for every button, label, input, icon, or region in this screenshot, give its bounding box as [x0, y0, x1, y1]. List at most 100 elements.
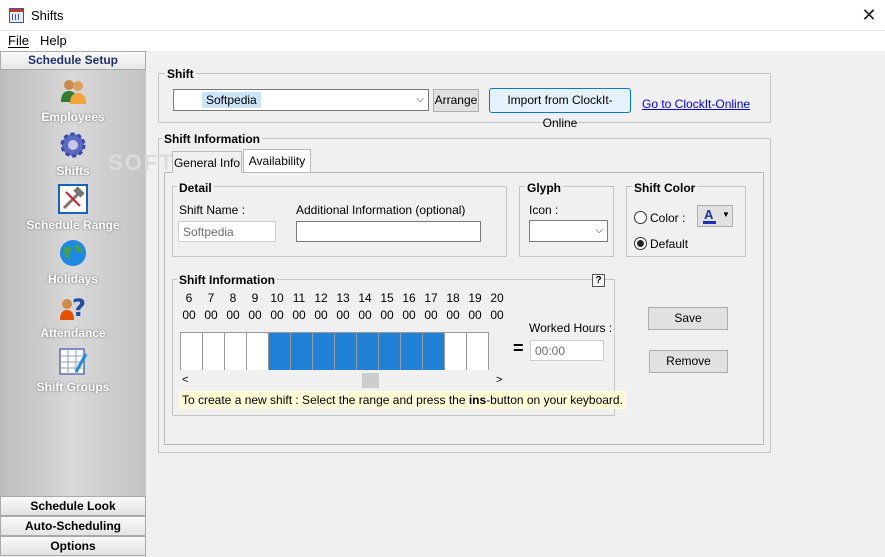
hour-label: 16 [402, 291, 416, 305]
tab-general-info[interactable]: General Info [172, 151, 242, 173]
hour-label: 11 [292, 291, 306, 305]
arrange-button[interactable]: Arrange [433, 89, 479, 112]
hour-cell[interactable] [247, 333, 269, 370]
hour-label: 19 [468, 291, 482, 305]
hour-label: 14 [358, 291, 372, 305]
gear-icon [60, 132, 86, 158]
hour-label: 9 [251, 291, 259, 305]
sidebar-header-schedule-setup[interactable]: Schedule Setup [0, 51, 146, 70]
sidebar-item-shift-groups[interactable]: Shift Groups [0, 346, 146, 398]
hour-cell[interactable] [335, 333, 357, 370]
minutes-row: 00 00 00 00 00 00 00 00 00 00 00 00 00 00 00 [178, 308, 508, 326]
sidebar-schedule-look[interactable]: Schedule Look [0, 496, 146, 516]
color-picker-button[interactable]: A ▼ [697, 205, 733, 227]
save-button[interactable]: Save [648, 307, 728, 330]
calculator-icon [59, 348, 88, 375]
goto-clockit-link[interactable]: Go to ClockIt-Online [642, 97, 750, 111]
chevron-down-icon: ⌵ [416, 94, 424, 105]
shift-name-label: Shift Name : [179, 203, 246, 217]
default-radio-label: Default [650, 237, 689, 251]
hour-cell[interactable] [203, 333, 225, 370]
sidebar-item-employees[interactable]: Employees [0, 76, 146, 128]
hour-cell[interactable] [291, 333, 313, 370]
detail-title: Detail [177, 181, 214, 195]
question-icon: ? [60, 294, 86, 322]
minute-label: 00 [446, 308, 460, 322]
additional-info-label: Additional Information (optional) [296, 203, 466, 217]
minute-label: 00 [490, 308, 504, 322]
scroll-right-icon[interactable]: > [496, 374, 502, 386]
hour-label: 15 [380, 291, 394, 305]
hour-label: 6 [185, 291, 193, 305]
dropdown-arrow-icon: ▼ [722, 210, 730, 219]
worked-hours-label: Worked Hours : [529, 321, 613, 335]
timeline-title: Shift Information [177, 273, 277, 287]
shift-name-input[interactable]: Softpedia [178, 221, 276, 242]
chevron-down-icon: ⌵ [595, 225, 603, 236]
hour-cell[interactable] [181, 333, 203, 370]
tab-availability[interactable]: Availability [243, 149, 311, 172]
title-bar [0, 0, 885, 31]
hour-cells-row[interactable] [180, 332, 489, 370]
hour-cell[interactable] [225, 333, 247, 370]
globe-icon [60, 240, 86, 266]
timeline-grid[interactable]: 6 7 8 9 10 11 12 13 14 15 16 17 18 19 20 00 00 00 00 00 00 0… [178, 291, 508, 391]
minute-label: 00 [358, 308, 372, 322]
import-button[interactable]: Import from ClockIt-Online [489, 88, 631, 130]
shift-color-title: Shift Color [632, 181, 698, 195]
hour-cell[interactable] [379, 333, 401, 370]
worked-hours-field: 00:00 [530, 340, 604, 361]
hour-cell[interactable] [445, 333, 467, 370]
hour-cell[interactable] [467, 333, 489, 370]
app-calendar-icon [9, 8, 24, 23]
minute-label: 00 [380, 308, 394, 322]
hour-label: 20 [490, 291, 504, 305]
minute-label: 00 [314, 308, 328, 322]
equals-sign: = [513, 338, 524, 358]
hour-cell[interactable] [401, 333, 423, 370]
color-radio-label: Color : [650, 211, 686, 225]
scroll-left-icon[interactable]: < [182, 374, 188, 386]
minute-label: 00 [204, 308, 218, 322]
sidebar-auto-scheduling[interactable]: Auto-Scheduling [0, 516, 146, 536]
hour-cell[interactable] [269, 333, 291, 370]
glyph-icon-select[interactable]: ⌵ [529, 220, 608, 242]
minute-label: 00 [468, 308, 482, 322]
minute-label: 00 [402, 308, 416, 322]
shift-select[interactable]: Softpedia ⌵ [173, 89, 429, 111]
minute-label: 00 [270, 308, 284, 322]
hours-row: 6 7 8 9 10 11 12 13 14 15 16 17 18 19 20 [178, 291, 508, 309]
employees-icon [61, 80, 86, 104]
default-radio[interactable] [634, 237, 647, 250]
color-radio[interactable] [634, 211, 647, 224]
hour-label: 17 [424, 291, 438, 305]
menu-bar [0, 31, 885, 51]
hour-cell[interactable] [357, 333, 379, 370]
shift-info-group-title: Shift Information [162, 132, 262, 146]
hour-cell[interactable] [423, 333, 445, 370]
hour-cell[interactable] [313, 333, 335, 370]
minute-label: 00 [292, 308, 306, 322]
minute-label: 00 [336, 308, 350, 322]
close-icon[interactable]: ✕ [856, 3, 882, 27]
help-button[interactable]: ? [592, 274, 605, 287]
minute-label: 00 [248, 308, 262, 322]
shift-select-value: Softpedia [202, 92, 261, 108]
hour-label: 7 [207, 291, 215, 305]
tools-icon [58, 184, 88, 214]
menu-help[interactable]: Help [40, 33, 67, 48]
icon-label: Icon : [529, 203, 559, 217]
sidebar-item-attendance[interactable]: ? Attendance [0, 292, 146, 344]
hour-label: 12 [314, 291, 328, 305]
additional-info-input[interactable] [296, 221, 481, 242]
sidebar-item-holidays[interactable]: Holidays [0, 238, 146, 290]
scroll-thumb[interactable] [362, 373, 379, 388]
hour-label: 8 [229, 291, 237, 305]
minute-label: 00 [226, 308, 240, 322]
sidebar-item-schedule-range[interactable]: Schedule Range [0, 184, 146, 236]
sidebar-options[interactable]: Options [0, 536, 146, 556]
window-title: Shifts [31, 8, 64, 23]
hour-label: 13 [336, 291, 350, 305]
menu-file[interactable]: File [8, 33, 29, 48]
remove-button[interactable]: Remove [649, 350, 728, 373]
